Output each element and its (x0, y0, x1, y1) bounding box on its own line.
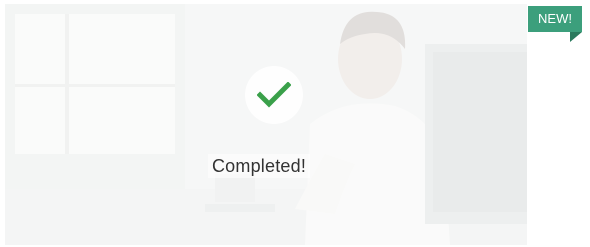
new-badge-ribbon-tail (570, 32, 582, 42)
checkmark-icon (257, 82, 291, 108)
completion-indicator (245, 66, 303, 124)
completion-card: Completed! (5, 4, 527, 245)
image-overlay (5, 4, 527, 245)
status-label-text: Completed! (207, 154, 311, 178)
status-label: Completed! (5, 154, 527, 178)
new-badge: NEW! (528, 6, 582, 32)
